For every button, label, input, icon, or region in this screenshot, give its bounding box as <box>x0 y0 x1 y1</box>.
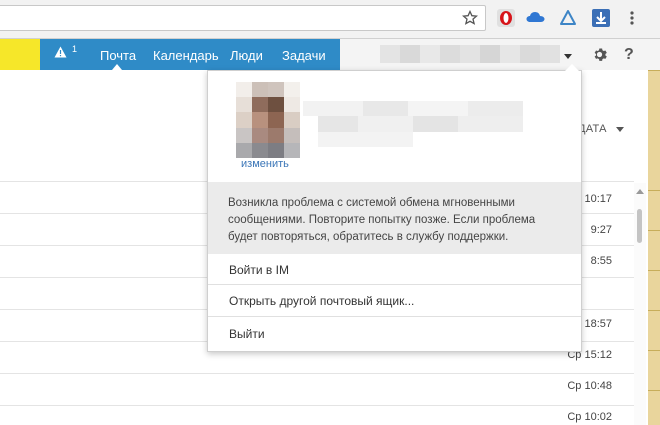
help-button[interactable]: ? <box>624 46 634 64</box>
browser-menu-icon[interactable] <box>622 8 642 28</box>
account-dropdown-panel: изменить Возникла проблема с системой об… <box>207 64 582 352</box>
gear-icon[interactable] <box>592 47 607 65</box>
message-time: 9:27 <box>590 224 612 236</box>
tab-calendar[interactable]: Календарь <box>153 48 219 63</box>
reading-pane-edge <box>648 70 660 425</box>
message-list-scrollbar[interactable] <box>634 183 646 425</box>
change-photo-link[interactable]: изменить <box>241 158 289 170</box>
browser-toolbar <box>0 0 660 39</box>
open-other-mailbox-menu-item[interactable]: Открыть другой почтовый ящик... <box>229 294 414 308</box>
message-time: Ср 10:02 <box>567 411 612 423</box>
cloud-extension-icon[interactable] <box>526 8 546 28</box>
user-menu-chevron-down-icon[interactable] <box>564 54 572 59</box>
opera-extension-icon[interactable] <box>496 8 516 28</box>
scrollbar-thumb[interactable] <box>637 209 642 243</box>
message-time: 10:17 <box>584 193 612 205</box>
menu-divider <box>208 284 581 285</box>
user-name-pixelated[interactable] <box>380 45 560 63</box>
message-time: 8:55 <box>590 255 612 267</box>
sort-chevron-down-icon[interactable] <box>616 127 624 132</box>
bookmark-star-icon[interactable] <box>460 8 480 28</box>
scroll-up-arrow-icon[interactable] <box>636 189 644 194</box>
sort-by-date-label[interactable]: ДАТА <box>578 123 607 135</box>
nav-tabs-area: 1 Почта Календарь Люди Задачи <box>40 39 340 70</box>
alert-count-badge: 1 <box>72 44 78 54</box>
active-tab-indicator <box>112 64 122 70</box>
address-bar[interactable] <box>0 5 486 31</box>
im-error-message-box: Возникла проблема с системой обмена мгно… <box>208 182 581 254</box>
download-extension-icon[interactable] <box>591 8 611 28</box>
im-error-text: Возникла проблема с системой обмена мгно… <box>228 197 536 243</box>
sign-in-im-menu-item[interactable]: Войти в IM <box>229 263 289 277</box>
row-divider <box>0 373 634 374</box>
tab-people[interactable]: Люди <box>230 48 263 63</box>
tab-tasks[interactable]: Задачи <box>282 48 326 63</box>
avatar[interactable] <box>236 82 300 158</box>
panel-pointer <box>565 64 579 71</box>
message-time: Ср 10:48 <box>567 380 612 392</box>
menu-divider <box>208 316 581 317</box>
sign-out-menu-item[interactable]: Выйти <box>229 327 265 341</box>
app-nav-bar: 1 Почта Календарь Люди Задачи ? <box>0 39 660 70</box>
warning-icon <box>54 46 67 58</box>
tab-mail[interactable]: Почта <box>100 48 136 63</box>
alert-notification[interactable]: 1 <box>54 44 78 58</box>
app-brand-strip <box>0 39 40 70</box>
account-name-pixelated <box>303 101 523 147</box>
triangle-extension-icon[interactable] <box>558 8 578 28</box>
row-divider <box>0 405 634 406</box>
message-time: 18:57 <box>584 318 612 330</box>
